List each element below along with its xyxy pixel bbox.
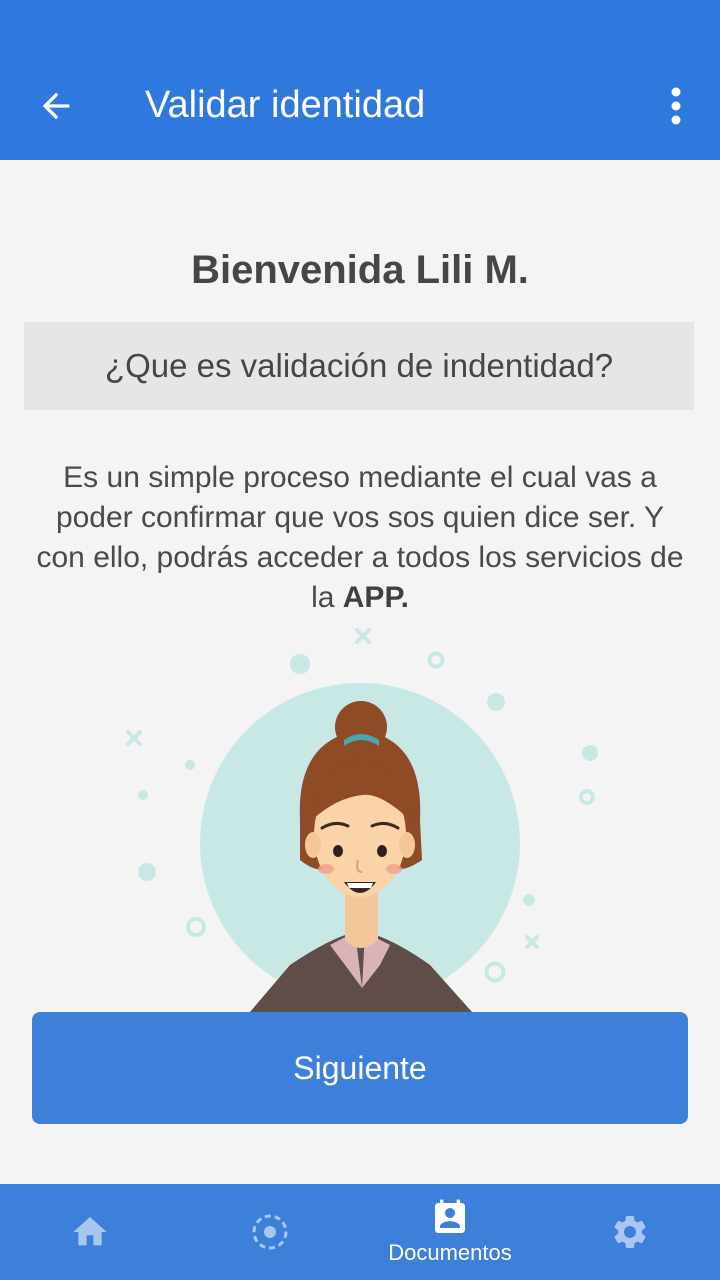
more-options-button[interactable] — [652, 74, 700, 138]
more-vertical-icon — [671, 87, 681, 125]
settings-icon — [614, 1216, 646, 1248]
app-bar: Validar identidad — [0, 0, 720, 160]
nav-item-home[interactable] — [0, 1184, 180, 1280]
scan-circle-icon — [252, 1214, 288, 1250]
nav-label-documentos: Documentos — [388, 1240, 512, 1265]
description-bold-text: APP. — [342, 581, 409, 614]
next-button[interactable]: Siguiente — [32, 1012, 688, 1124]
woman-avatar-illustration — [126, 628, 598, 1012]
question-text: ¿Que es validación de indentidad? — [104, 347, 614, 384]
back-button[interactable] — [24, 74, 88, 138]
greeting-heading: Bienvenida Lili M. — [191, 248, 529, 292]
description-paragraph: Es un simple proceso mediante el cual va… — [28, 458, 692, 618]
page-title: Validar identidad — [145, 84, 426, 126]
nav-item-settings[interactable] — [540, 1184, 720, 1280]
question-banner: ¿Que es validación de indentidad? — [24, 322, 694, 410]
id-card-icon — [435, 1199, 465, 1233]
home-icon — [73, 1217, 107, 1246]
nav-item-scan[interactable] — [180, 1184, 360, 1280]
arrow-back-icon — [42, 92, 70, 120]
bottom-navigation: Documentos — [0, 1184, 720, 1280]
nav-item-documentos[interactable]: Documentos — [360, 1184, 540, 1280]
